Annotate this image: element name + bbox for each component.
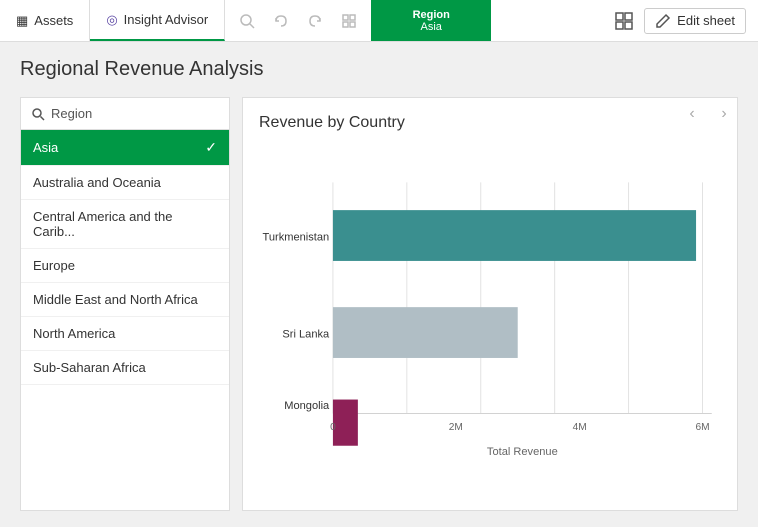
tab-assets[interactable]: ▦ Assets bbox=[0, 0, 90, 41]
region-filter-tag[interactable]: Region Asia bbox=[371, 0, 491, 41]
nav-right-actions: Edit sheet bbox=[608, 0, 758, 41]
sidebar-item-label: Sub-Saharan Africa bbox=[33, 360, 146, 375]
next-page-button[interactable]: › bbox=[710, 100, 738, 128]
page-title: Regional Revenue Analysis bbox=[20, 58, 738, 81]
search-tool-icon[interactable] bbox=[231, 5, 263, 37]
label-mongolia: Mongolia bbox=[284, 400, 330, 412]
sidebar-search-label: Region bbox=[51, 106, 92, 121]
x-tick-0: 0 bbox=[330, 422, 336, 433]
x-axis-label: Total Revenue bbox=[487, 446, 558, 458]
sidebar-item-label: Central America and the Carib... bbox=[33, 209, 217, 239]
chart-area: Turkmenistan Sri Lanka Mongolia 0 2M 4M … bbox=[259, 148, 721, 494]
sidebar-item-label: Europe bbox=[33, 258, 75, 273]
x-tick-4m: 4M bbox=[573, 422, 587, 433]
grid-icon[interactable] bbox=[608, 5, 640, 37]
sidebar-search-icon bbox=[31, 107, 45, 121]
sidebar-item-central-america[interactable]: Central America and the Carib... bbox=[21, 200, 229, 249]
sidebar-item-europe[interactable]: Europe bbox=[21, 249, 229, 283]
bar-chart-svg: Turkmenistan Sri Lanka Mongolia 0 2M 4M … bbox=[259, 148, 721, 494]
bar-sri-lanka bbox=[333, 307, 518, 358]
undo-icon[interactable] bbox=[265, 5, 297, 37]
sidebar-item-list: Asia ✓ Australia and Oceania Central Ame… bbox=[21, 130, 229, 510]
sidebar-item-asia[interactable]: Asia ✓ bbox=[21, 130, 229, 166]
region-tag-label: Region bbox=[413, 9, 450, 21]
edit-sheet-label: Edit sheet bbox=[677, 13, 735, 28]
edit-sheet-button[interactable]: Edit sheet bbox=[644, 8, 746, 34]
insight-tab-label: Insight Advisor bbox=[124, 12, 209, 27]
redo-icon[interactable] bbox=[299, 5, 331, 37]
top-navigation: ▦ Assets ◎ Insight Advisor bbox=[0, 0, 758, 42]
chart-title: Revenue by Country bbox=[259, 114, 721, 132]
bar-mongolia bbox=[333, 400, 358, 446]
sidebar-item-sub-saharan[interactable]: Sub-Saharan Africa bbox=[21, 351, 229, 385]
x-tick-2m: 2M bbox=[449, 422, 463, 433]
insight-icon: ◎ bbox=[106, 12, 117, 28]
chart-panel: Revenue by Country Turkmenistan Sri Lank… bbox=[242, 97, 738, 511]
region-filter-sidebar: Region Asia ✓ Australia and Oceania Cent… bbox=[20, 97, 230, 511]
bar-turkmenistan bbox=[333, 210, 696, 261]
assets-icon: ▦ bbox=[16, 13, 28, 29]
snap-icon[interactable] bbox=[333, 5, 365, 37]
prev-page-button[interactable]: ‹ bbox=[678, 100, 706, 128]
tab-insight-advisor[interactable]: ◎ Insight Advisor bbox=[90, 0, 225, 41]
sidebar-item-label: Australia and Oceania bbox=[33, 175, 161, 190]
toolbar-icons bbox=[225, 0, 371, 41]
x-tick-6m: 6M bbox=[695, 422, 709, 433]
sidebar-item-label: Middle East and North Africa bbox=[33, 292, 198, 307]
assets-tab-label: Assets bbox=[34, 13, 73, 28]
sidebar-search-bar[interactable]: Region bbox=[21, 98, 229, 130]
label-turkmenistan: Turkmenistan bbox=[263, 232, 330, 244]
sidebar-item-label: North America bbox=[33, 326, 115, 341]
sidebar-item-middle-east[interactable]: Middle East and North Africa bbox=[21, 283, 229, 317]
label-sri-lanka: Sri Lanka bbox=[282, 329, 330, 341]
sidebar-item-label: Asia bbox=[33, 140, 58, 155]
page-navigation: ‹ › bbox=[678, 100, 738, 128]
sidebar-item-australia[interactable]: Australia and Oceania bbox=[21, 166, 229, 200]
sidebar-item-north-america[interactable]: North America bbox=[21, 317, 229, 351]
main-content: Region Asia ✓ Australia and Oceania Cent… bbox=[0, 97, 758, 527]
selected-checkmark: ✓ bbox=[205, 139, 217, 156]
region-tag-value: Asia bbox=[421, 21, 442, 33]
